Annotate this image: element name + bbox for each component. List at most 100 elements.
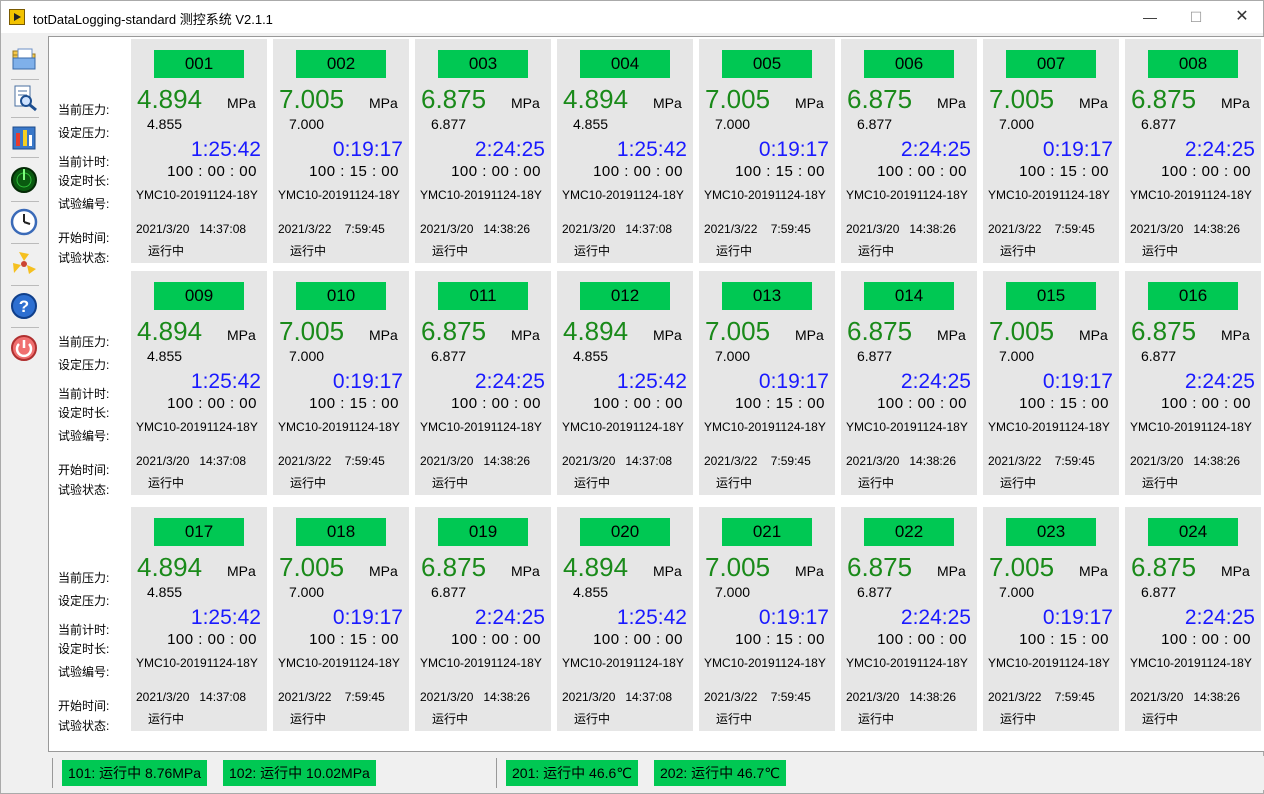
test-number: YMC10-20191124-18Y xyxy=(704,188,826,202)
test-number: YMC10-20191124-18Y xyxy=(136,420,258,434)
station-card[interactable]: 005 7.005 MPa 7.000 0:19:17 100 : 15 : 00 YMC1… xyxy=(699,39,835,263)
set-pressure-value: 7.000 xyxy=(289,116,325,132)
current-pressure-value: 6.875 xyxy=(1131,552,1197,582)
set-pressure-value: 4.855 xyxy=(573,348,609,364)
label-start-time: 开始时间: xyxy=(58,699,110,713)
test-number: YMC10-20191124-18Y xyxy=(136,188,258,202)
test-number: YMC10-20191124-18Y xyxy=(846,656,968,670)
station-id-badge: 016 xyxy=(1148,282,1238,310)
fan-icon[interactable] xyxy=(9,249,39,279)
test-state-value: 运行中 xyxy=(1000,244,1037,258)
station-id-badge: 020 xyxy=(580,518,670,546)
station-card[interactable]: 006 6.875 MPa 6.877 2:24:25 100 : 00 : 00 YMC1… xyxy=(841,39,977,263)
current-pressure-value: 6.875 xyxy=(847,552,913,582)
elapsed-timer: 1:25:42 xyxy=(190,370,261,393)
station-card[interactable]: 024 6.875 MPa 6.877 2:24:25 100 : 00 : 00 YMC1… xyxy=(1125,507,1261,731)
test-state-value: 运行中 xyxy=(858,476,895,490)
clock-icon[interactable] xyxy=(9,207,39,237)
test-number: YMC10-20191124-18Y xyxy=(278,188,400,202)
label-start-time: 开始时间: xyxy=(58,231,110,245)
help-icon[interactable]: ? xyxy=(9,291,39,321)
set-duration-value: 100 : 15 : 00 xyxy=(1019,395,1109,412)
close-button[interactable]: ✕ xyxy=(1219,1,1264,33)
test-state-value: 运行中 xyxy=(574,712,611,726)
station-card[interactable]: 019 6.875 MPa 6.877 2:24:25 100 : 00 : 00 YMC1… xyxy=(415,507,551,731)
test-number: YMC10-20191124-18Y xyxy=(420,420,542,434)
test-state-value: 运行中 xyxy=(716,476,753,490)
station-card[interactable]: 023 7.005 MPa 7.000 0:19:17 100 : 15 : 00 YMC1… xyxy=(983,507,1119,731)
station-id-badge: 010 xyxy=(296,282,386,310)
station-card[interactable]: 010 7.005 MPa 7.000 0:19:17 100 : 15 : 00 YMC1… xyxy=(273,271,409,495)
station-card[interactable]: 001 4.894 MPa 4.855 1:25:42 100 : 00 : 00 YMC1… xyxy=(131,39,267,263)
set-duration-value: 100 : 00 : 00 xyxy=(877,163,967,180)
station-card[interactable]: 017 4.894 MPa 4.855 1:25:42 100 : 00 : 00 YMC1… xyxy=(131,507,267,731)
test-number: YMC10-20191124-18Y xyxy=(562,188,684,202)
station-card[interactable]: 008 6.875 MPa 6.877 2:24:25 100 : 00 : 00 YMC1… xyxy=(1125,39,1261,263)
pressure-unit: MPa xyxy=(1079,95,1108,111)
station-card[interactable]: 014 6.875 MPa 6.877 2:24:25 100 : 00 : 00 YMC1… xyxy=(841,271,977,495)
set-duration-value: 100 : 15 : 00 xyxy=(1019,631,1109,648)
station-card[interactable]: 007 7.005 MPa 7.000 0:19:17 100 : 15 : 00 YMC1… xyxy=(983,39,1119,263)
station-id-badge: 012 xyxy=(580,282,670,310)
start-time-value: 2021/3/20 14:37:08 xyxy=(136,222,247,236)
set-pressure-value: 6.877 xyxy=(1141,584,1177,600)
station-card[interactable]: 022 6.875 MPa 6.877 2:24:25 100 : 00 : 00 YMC1… xyxy=(841,507,977,731)
search-document-icon[interactable] xyxy=(9,83,39,113)
set-duration-value: 100 : 15 : 00 xyxy=(735,163,825,180)
station-card[interactable]: 011 6.875 MPa 6.877 2:24:25 100 : 00 : 00 YMC1… xyxy=(415,271,551,495)
station-card[interactable]: 020 4.894 MPa 4.855 1:25:42 100 : 00 : 00 YMC1… xyxy=(557,507,693,731)
label-test-state: 试验状态: xyxy=(58,251,110,265)
start-time-value: 2021/3/20 14:38:26 xyxy=(846,454,957,468)
station-card[interactable]: 015 7.005 MPa 7.000 0:19:17 100 : 15 : 00 YMC1… xyxy=(983,271,1119,495)
station-card[interactable]: 012 4.894 MPa 4.855 1:25:42 100 : 00 : 00 YMC1… xyxy=(557,271,693,495)
pressure-unit: MPa xyxy=(511,563,540,579)
title-bar: totDataLogging-standard 测控系统 V2.1.1 — ☐ … xyxy=(1,1,1263,33)
radar-icon[interactable] xyxy=(9,165,39,195)
pressure-unit: MPa xyxy=(369,95,398,111)
test-number: YMC10-20191124-18Y xyxy=(988,656,1110,670)
station-card[interactable]: 016 6.875 MPa 6.877 2:24:25 100 : 00 : 00 YMC1… xyxy=(1125,271,1261,495)
current-pressure-value: 4.894 xyxy=(137,84,203,114)
station-id-badge: 005 xyxy=(722,50,812,78)
pressure-unit: MPa xyxy=(1079,563,1108,579)
station-card[interactable]: 018 7.005 MPa 7.000 0:19:17 100 : 15 : 00 YMC1… xyxy=(273,507,409,731)
station-card[interactable]: 002 7.005 MPa 7.000 0:19:17 100 : 15 : 00 YMC1… xyxy=(273,39,409,263)
pressure-unit: MPa xyxy=(227,95,256,111)
test-state-value: 运行中 xyxy=(148,476,185,490)
set-pressure-value: 6.877 xyxy=(431,584,467,600)
pressure-unit: MPa xyxy=(369,563,398,579)
station-card[interactable]: 009 4.894 MPa 4.855 1:25:42 100 : 00 : 00 YMC1… xyxy=(131,271,267,495)
station-id-badge: 015 xyxy=(1006,282,1096,310)
minimize-button[interactable]: — xyxy=(1127,1,1173,33)
elapsed-timer: 0:19:17 xyxy=(758,370,829,393)
test-state-value: 运行中 xyxy=(148,712,185,726)
pressure-unit: MPa xyxy=(653,327,682,343)
set-duration-value: 100 : 00 : 00 xyxy=(593,631,683,648)
start-time-value: 2021/3/20 14:38:26 xyxy=(1130,690,1241,704)
station-card[interactable]: 004 4.894 MPa 4.855 1:25:42 100 : 00 : 00 YMC1… xyxy=(557,39,693,263)
station-card[interactable]: 003 6.875 MPa 6.877 2:24:25 100 : 00 : 00 YMC1… xyxy=(415,39,551,263)
maximize-button[interactable]: ☐ xyxy=(1173,1,1219,33)
station-card[interactable]: 013 7.005 MPa 7.000 0:19:17 100 : 15 : 00 YMC1… xyxy=(699,271,835,495)
station-card[interactable]: 021 7.005 MPa 7.000 0:19:17 100 : 15 : 00 YMC1… xyxy=(699,507,835,731)
station-id-badge: 021 xyxy=(722,518,812,546)
current-pressure-value: 7.005 xyxy=(279,84,345,114)
label-current-timer: 当前计时: xyxy=(58,155,110,169)
test-number: YMC10-20191124-18Y xyxy=(704,420,826,434)
test-number: YMC10-20191124-18Y xyxy=(278,420,400,434)
elapsed-timer: 1:25:42 xyxy=(190,606,261,629)
set-duration-value: 100 : 15 : 00 xyxy=(309,395,399,412)
current-pressure-value: 6.875 xyxy=(421,552,487,582)
set-pressure-value: 6.877 xyxy=(1141,116,1177,132)
folder-icon[interactable] xyxy=(9,45,39,75)
start-time-value: 2021/3/22 7:59:45 xyxy=(704,222,811,236)
start-time-value: 2021/3/22 7:59:45 xyxy=(988,690,1095,704)
set-pressure-value: 6.877 xyxy=(1141,348,1177,364)
power-icon[interactable] xyxy=(9,333,39,363)
test-number: YMC10-20191124-18Y xyxy=(562,656,684,670)
settings-tools-icon[interactable] xyxy=(9,123,39,153)
label-test-state: 试验状态: xyxy=(58,483,110,497)
start-time-value: 2021/3/20 14:38:26 xyxy=(420,222,531,236)
pressure-unit: MPa xyxy=(937,563,966,579)
label-current-pressure: 当前压力: xyxy=(58,103,110,117)
